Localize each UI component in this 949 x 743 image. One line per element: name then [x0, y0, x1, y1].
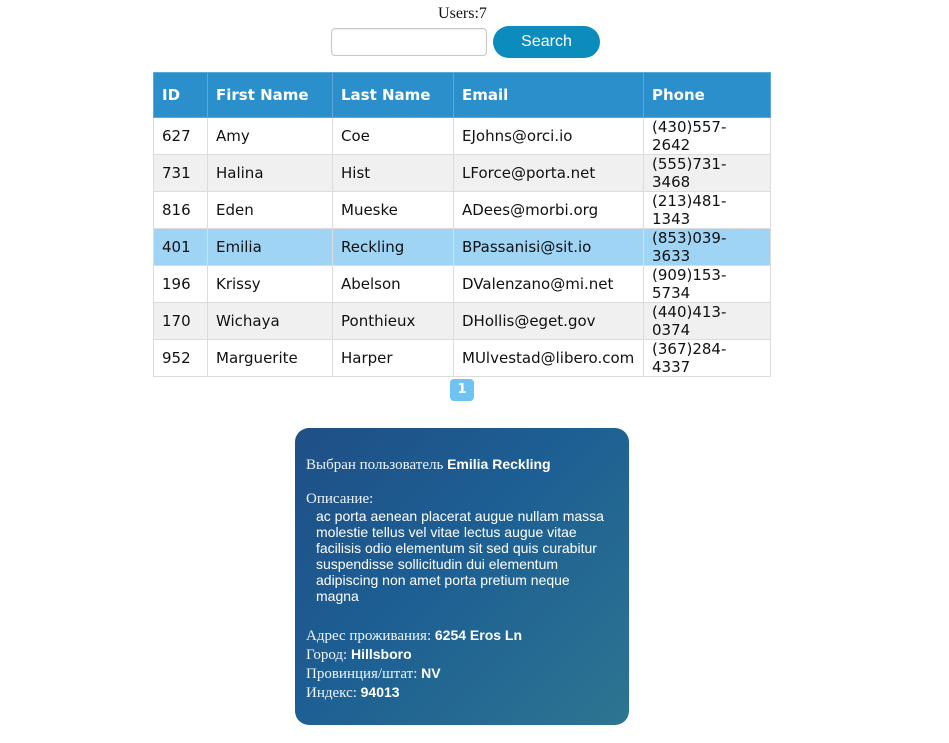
cell-id: 952	[153, 339, 208, 377]
cell-id: 627	[153, 117, 208, 155]
cell-first-name: Amy	[207, 117, 333, 155]
user-details-card: Выбран пользователь Emilia Reckling Опис…	[295, 428, 629, 725]
cell-email: ADees@morbi.org	[453, 191, 644, 229]
cell-phone: (440)413-0374	[643, 302, 771, 340]
cell-email: DHollis@eget.gov	[453, 302, 644, 340]
city-value: Hillsboro	[350, 646, 412, 662]
search-button[interactable]: Search	[493, 26, 600, 58]
column-header-id[interactable]: ID	[153, 72, 208, 118]
table-row[interactable]: 952 Marguerite Harper MUlvestad@libero.c…	[153, 339, 771, 377]
cell-email: EJohns@orci.io	[453, 117, 644, 155]
address-block: Адрес проживания: 6254 Eros Ln Город: Hi…	[306, 626, 618, 702]
address-value: 6254 Eros Ln	[434, 627, 523, 643]
search-input[interactable]	[331, 28, 487, 56]
city-label: Город:	[306, 647, 348, 663]
column-header-email[interactable]: Email	[453, 72, 644, 118]
cell-last-name: Ponthieux	[332, 302, 454, 340]
cell-id: 170	[153, 302, 208, 340]
zip-value: 94013	[360, 684, 400, 700]
cell-first-name: Eden	[207, 191, 333, 229]
table-row[interactable]: 170 Wichaya Ponthieux DHollis@eget.gov (…	[153, 302, 771, 340]
cell-phone: (430)557-2642	[643, 117, 771, 155]
state-label: Провинция/штат:	[306, 666, 418, 682]
cell-email: LForce@porta.net	[453, 154, 644, 192]
cell-last-name: Reckling	[332, 228, 454, 266]
description-label: Описание:	[306, 491, 374, 507]
cell-last-name: Mueske	[332, 191, 454, 229]
state-line: Провинция/штат: NV	[306, 664, 618, 683]
cell-first-name: Halina	[207, 154, 333, 192]
cell-id: 816	[153, 191, 208, 229]
cell-phone: (367)284-4337	[643, 339, 771, 377]
cell-last-name: Hist	[332, 154, 454, 192]
cell-id: 401	[153, 228, 208, 266]
zip-label: Индекс:	[306, 685, 357, 701]
address-line: Адрес проживания: 6254 Eros Ln	[306, 626, 618, 645]
page-button-1[interactable]: 1	[450, 379, 474, 401]
address-label: Адрес проживания:	[306, 628, 432, 644]
description-text: ac porta aenean placerat augue nullam ma…	[316, 508, 604, 604]
cell-first-name: Emilia	[207, 228, 333, 266]
table-row[interactable]: 196 Krissy Abelson DValenzano@mi.net (90…	[153, 265, 771, 303]
cell-last-name: Abelson	[332, 265, 454, 303]
cell-first-name: Wichaya	[207, 302, 333, 340]
cell-phone: (909)153-5734	[643, 265, 771, 303]
table-row[interactable]: 816 Eden Mueske ADees@morbi.org (213)481…	[153, 191, 771, 229]
column-header-first-name[interactable]: First Name	[207, 72, 333, 118]
table-header-row: ID First Name Last Name Email Phone	[153, 72, 771, 118]
state-value: NV	[421, 665, 441, 681]
table-row[interactable]: 627 Amy Coe EJohns@orci.io (430)557-2642	[153, 117, 771, 155]
table-row-selected[interactable]: 401 Emilia Reckling BPassanisi@sit.io (8…	[153, 228, 771, 266]
cell-email: DValenzano@mi.net	[453, 265, 644, 303]
selected-user-name: Emilia Reckling	[447, 456, 551, 472]
cell-last-name: Harper	[332, 339, 454, 377]
users-count: Users:7	[438, 5, 487, 22]
cell-phone: (555)731-3468	[643, 154, 771, 192]
cell-first-name: Krissy	[207, 265, 333, 303]
selected-user-label: Выбран пользователь	[306, 457, 444, 473]
selected-user-line: Выбран пользователь Emilia Reckling	[306, 455, 618, 474]
column-header-phone[interactable]: Phone	[643, 72, 771, 118]
column-header-last-name[interactable]: Last Name	[332, 72, 454, 118]
cell-email: MUlvestad@libero.com	[453, 339, 644, 377]
cell-email: BPassanisi@sit.io	[453, 228, 644, 266]
search-bar: Search	[331, 26, 600, 58]
cell-first-name: Marguerite	[207, 339, 333, 377]
cell-id: 196	[153, 265, 208, 303]
cell-phone: (213)481-1343	[643, 191, 771, 229]
users-table: ID First Name Last Name Email Phone 627 …	[153, 72, 771, 377]
cell-last-name: Coe	[332, 117, 454, 155]
cell-id: 731	[153, 154, 208, 192]
table-row[interactable]: 731 Halina Hist LForce@porta.net (555)73…	[153, 154, 771, 192]
cell-phone: (853)039-3633	[643, 228, 771, 266]
pagination: 1	[450, 378, 474, 401]
city-line: Город: Hillsboro	[306, 645, 618, 664]
zip-line: Индекс: 94013	[306, 683, 618, 702]
